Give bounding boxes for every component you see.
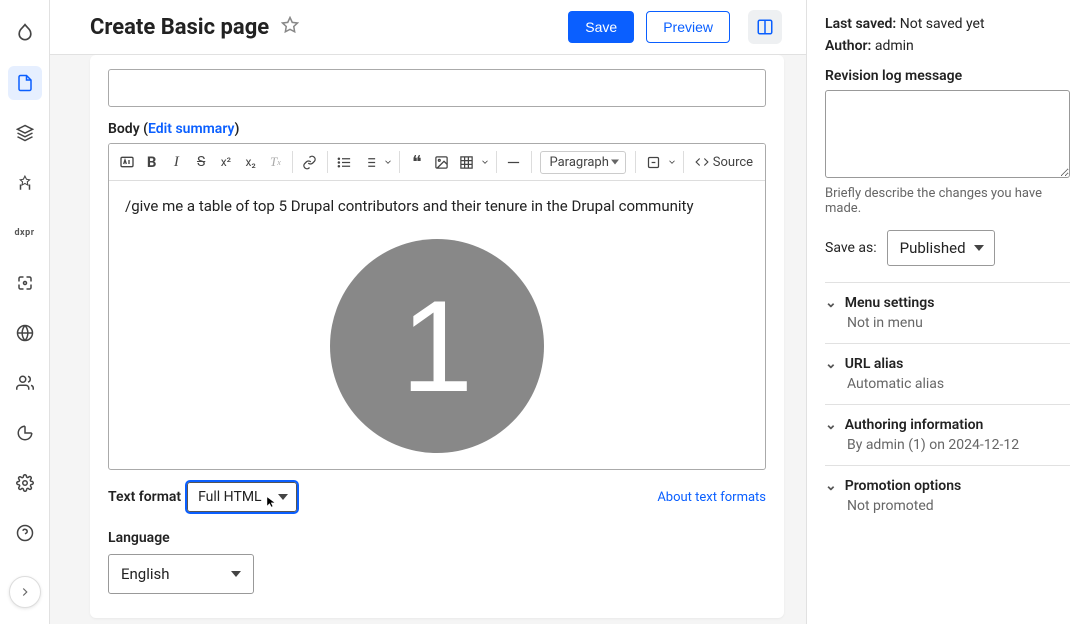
strikethrough-icon[interactable]: S	[189, 148, 213, 176]
editor: B I S x² x₂ Tx ❝	[108, 143, 766, 470]
right-panel: Last saved: Not saved yet Author: admin …	[806, 0, 1088, 624]
people-icon[interactable]	[8, 366, 42, 400]
chevron-down-icon: ⌄	[825, 295, 837, 311]
reports-icon[interactable]	[8, 416, 42, 450]
globe-icon[interactable]	[8, 316, 42, 350]
revision-log-label: Revision log message	[825, 68, 1070, 84]
accordion-subtitle: Not in menu	[847, 315, 1070, 331]
text-format-select[interactable]: Full HTML	[187, 482, 297, 512]
chevron-down-icon: ⌄	[825, 478, 837, 494]
extend-icon[interactable]	[8, 266, 42, 300]
settings-accordion: ⌄ Menu settings Not in menu ⌄ URL alias Au…	[825, 282, 1070, 526]
language-label: Language	[108, 530, 766, 546]
help-icon[interactable]	[8, 516, 42, 550]
editor-toolbar: B I S x² x₂ Tx ❝	[109, 144, 765, 181]
revision-log-textarea[interactable]	[825, 90, 1070, 178]
language-select[interactable]: English	[108, 554, 254, 594]
drupal-logo-icon[interactable]	[8, 16, 42, 50]
chevron-down-icon: ⌄	[825, 356, 837, 372]
paragraph-select[interactable]: Paragraph	[540, 151, 626, 174]
horizontal-line-icon[interactable]	[502, 148, 526, 176]
subscript-icon[interactable]: x₂	[239, 148, 263, 176]
accordion-title: Promotion options	[845, 478, 961, 494]
body-label-prefix: Body (	[108, 121, 148, 137]
author-value: admin	[875, 38, 914, 54]
form-card: Body (Edit summary) B I S x² x₂ Tx	[90, 55, 784, 618]
circle-number: 1	[401, 281, 473, 411]
table-icon[interactable]	[454, 148, 478, 176]
dxpr-icon[interactable]: dxpr	[8, 216, 42, 250]
save-as-label: Save as:	[825, 240, 877, 256]
accordion-url-alias[interactable]: ⌄ URL alias Automatic alias	[825, 344, 1070, 405]
appearance-icon[interactable]	[8, 166, 42, 200]
italic-icon[interactable]: I	[165, 148, 189, 176]
source-button[interactable]: Source	[689, 152, 759, 173]
body-label: Body (Edit summary)	[108, 121, 766, 137]
autoformat-icon[interactable]	[641, 148, 665, 176]
body-label-suffix: )	[234, 121, 239, 137]
last-saved-line: Last saved: Not saved yet	[825, 16, 1070, 32]
accordion-subtitle: By admin (1) on 2024-12-12	[847, 437, 1070, 453]
source-label: Source	[713, 155, 753, 170]
last-saved-label: Last saved:	[825, 16, 896, 32]
accordion-menu-settings[interactable]: ⌄ Menu settings Not in menu	[825, 283, 1070, 344]
page-header: Create Basic page Save Preview	[50, 0, 806, 55]
bullet-list-icon[interactable]	[333, 148, 357, 176]
editor-content-text: /give me a table of top 5 Drupal contrib…	[125, 197, 749, 215]
save-button[interactable]: Save	[568, 11, 634, 43]
autoformat-dropdown-icon[interactable]	[666, 148, 678, 176]
placeholder-circle: 1	[330, 239, 544, 453]
accordion-subtitle: Not promoted	[847, 498, 1070, 514]
ai-icon[interactable]	[115, 148, 139, 176]
editor-body[interactable]: /give me a table of top 5 Drupal contrib…	[109, 181, 765, 469]
left-sidebar: dxpr	[0, 0, 50, 624]
last-saved-value: Not saved yet	[900, 16, 985, 32]
accordion-title: Authoring information	[845, 417, 984, 433]
split-view-icon[interactable]	[748, 10, 782, 44]
table-dropdown-icon[interactable]	[479, 148, 491, 176]
star-icon[interactable]	[281, 16, 299, 38]
accordion-promotion-options[interactable]: ⌄ Promotion options Not promoted	[825, 466, 1070, 526]
accordion-authoring-info[interactable]: ⌄ Authoring information By admin (1) on 2…	[825, 405, 1070, 466]
edit-summary-link[interactable]: Edit summary	[148, 121, 234, 137]
dxpr-label: dxpr	[14, 228, 34, 238]
preview-button[interactable]: Preview	[646, 11, 730, 43]
text-format-label: Text format	[108, 489, 181, 505]
structure-icon[interactable]	[8, 116, 42, 150]
config-icon[interactable]	[8, 466, 42, 500]
remove-format-icon[interactable]: Tx	[264, 148, 288, 176]
list-dropdown-icon[interactable]	[382, 148, 394, 176]
accordion-subtitle: Automatic alias	[847, 376, 1070, 392]
superscript-icon[interactable]: x²	[214, 148, 238, 176]
sidebar-collapse-button[interactable]	[9, 576, 41, 608]
numbered-list-icon[interactable]	[357, 148, 381, 176]
quote-icon[interactable]: ❝	[405, 148, 429, 176]
accordion-title: URL alias	[845, 356, 904, 372]
page-title: Create Basic page	[90, 15, 269, 40]
author-line: Author: admin	[825, 38, 1070, 54]
bold-icon[interactable]: B	[140, 148, 164, 176]
main-content: Create Basic page Save Preview Body (Edi…	[50, 0, 806, 624]
accordion-title: Menu settings	[845, 295, 935, 311]
image-icon[interactable]	[430, 148, 454, 176]
link-icon[interactable]	[298, 148, 322, 176]
author-label: Author:	[825, 38, 871, 54]
save-as-select[interactable]: Published	[887, 230, 995, 266]
title-input[interactable]	[108, 69, 766, 107]
revision-hint: Briefly describe the changes you have ma…	[825, 186, 1070, 216]
about-text-formats-link[interactable]: About text formats	[657, 490, 766, 505]
content-icon[interactable]	[8, 66, 42, 100]
chevron-down-icon: ⌄	[825, 417, 837, 433]
